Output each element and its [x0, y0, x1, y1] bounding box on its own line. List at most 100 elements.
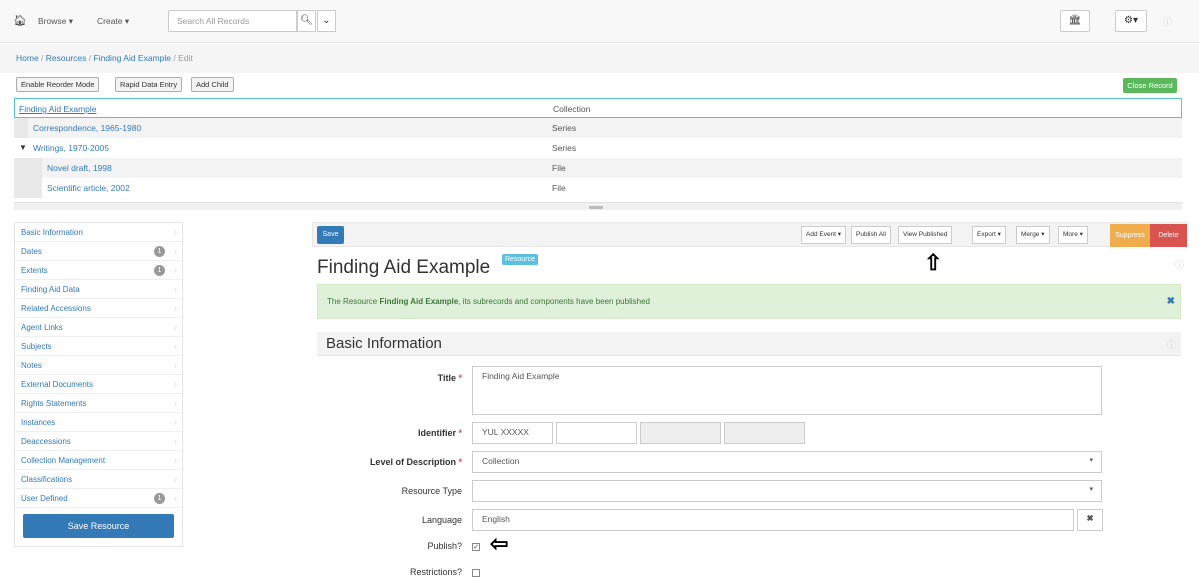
- gear-icon[interactable]: ⚙▾: [1115, 10, 1147, 32]
- chevron-right-icon: ›: [174, 361, 177, 370]
- language-label: Language: [421, 515, 462, 525]
- restrictions-checkbox[interactable]: [472, 569, 480, 577]
- tree-row-title[interactable]: Finding Aid Example: [19, 99, 97, 119]
- sidebar-item[interactable]: Collection Management ›: [15, 451, 182, 470]
- add-event-button[interactable]: Add Event ▾: [801, 226, 847, 244]
- help-icon[interactable]: ⓘ: [1163, 15, 1172, 28]
- repository-icon[interactable]: 🏛: [1060, 10, 1090, 32]
- sidebar-item[interactable]: Subjects ›: [15, 337, 182, 356]
- sidebar-item[interactable]: Rights Statements ›: [15, 394, 182, 413]
- identifier-field-2[interactable]: [556, 422, 637, 444]
- tree-row-title[interactable]: Novel draft, 1998: [47, 158, 112, 178]
- tree-row[interactable]: Novel draft, 1998 File: [14, 158, 1182, 178]
- create-menu[interactable]: Create ▾: [97, 16, 129, 27]
- sidebar-item-label: Related Accessions: [21, 304, 91, 313]
- create-label: Create: [97, 16, 123, 26]
- record-type-badge: Resource: [502, 254, 538, 265]
- tree-indent: [14, 178, 42, 198]
- search-icon[interactable]: 🔍︎: [297, 10, 316, 32]
- help-icon[interactable]: ⓘ: [1167, 338, 1176, 351]
- chevron-right-icon: ›: [174, 304, 177, 313]
- rapid-data-entry-button[interactable]: Rapid Data Entry: [115, 77, 183, 92]
- grip-icon[interactable]: [589, 206, 603, 209]
- tree-row-level: Collection: [553, 104, 591, 114]
- section-title: Basic Information: [326, 335, 442, 352]
- save-resource-button[interactable]: Save Resource: [23, 514, 174, 538]
- breadcrumb-home[interactable]: Home: [16, 53, 39, 63]
- tree-row-title[interactable]: Writings, 1970-2005: [33, 138, 109, 158]
- close-record-button[interactable]: Close Record: [1123, 78, 1177, 93]
- clear-language-close-icon[interactable]: ✖: [1077, 509, 1103, 531]
- chevron-right-icon: ›: [174, 342, 177, 351]
- title-label-text: Title: [437, 373, 456, 383]
- view-published-button[interactable]: View Published: [898, 226, 953, 244]
- tree-indent: [14, 158, 42, 178]
- more-menu[interactable]: More ▾: [1058, 226, 1088, 244]
- add-child-button[interactable]: Add Child: [191, 77, 234, 92]
- sidebar-item[interactable]: User Defined 1 ›: [15, 489, 182, 508]
- search-options-chevron-icon[interactable]: ⌄: [317, 10, 336, 32]
- help-icon[interactable]: ⓘ: [1175, 258, 1184, 271]
- tree-row-title[interactable]: Correspondence, 1965-1980: [33, 118, 141, 138]
- breadcrumb-resources[interactable]: Resources: [46, 53, 87, 63]
- expand-chevron-icon[interactable]: ▼: [19, 138, 27, 158]
- sidebar-item-label: Rights Statements: [21, 399, 87, 408]
- sidebar-item-label: Finding Aid Data: [21, 285, 80, 294]
- suppress-button[interactable]: Suppress: [1110, 224, 1150, 247]
- sidebar-item[interactable]: Instances ›: [15, 413, 182, 432]
- delete-button[interactable]: Delete: [1150, 224, 1187, 247]
- chevron-right-icon: ›: [174, 456, 177, 465]
- tree-row-level: Series: [552, 143, 577, 153]
- sidebar-item[interactable]: Dates 1 ›: [15, 242, 182, 261]
- title-label: Title *: [438, 373, 462, 383]
- level-of-description-select[interactable]: Collection ▾: [472, 451, 1102, 473]
- sidebar-item-label: Dates: [21, 247, 42, 256]
- sidebar-item[interactable]: External Documents ›: [15, 375, 182, 394]
- tree-row[interactable]: Scientific article, 2002 File: [14, 178, 1182, 198]
- home-icon[interactable]: 🏠︎: [13, 14, 27, 27]
- sidebar-item[interactable]: Extents 1 ›: [15, 261, 182, 280]
- sidebar-item[interactable]: Deaccessions ›: [15, 432, 182, 451]
- sidebar-nav: Basic Information › Dates 1 › Extents 1 › Fin…: [14, 222, 183, 547]
- record-editor: Save Add Event ▾ Publish All View Publis…: [312, 222, 1187, 586]
- count-badge: 1: [154, 265, 165, 276]
- sidebar-item[interactable]: Agent Links ›: [15, 318, 182, 337]
- identifier-field-1[interactable]: YUL XXXXX: [472, 422, 553, 444]
- language-field[interactable]: English: [472, 509, 1074, 531]
- more-label: More: [1063, 231, 1078, 238]
- browse-menu[interactable]: Browse ▾: [38, 16, 73, 27]
- chevron-right-icon: ›: [174, 247, 177, 256]
- sidebar-item-label: Extents: [21, 266, 48, 275]
- search-input[interactable]: Search All Records: [168, 10, 297, 32]
- count-badge: 1: [154, 493, 165, 504]
- sidebar-item[interactable]: Related Accessions ›: [15, 299, 182, 318]
- browse-label: Browse: [38, 16, 67, 26]
- chevron-right-icon: ›: [174, 323, 177, 332]
- sidebar-item[interactable]: Basic Information ›: [15, 223, 182, 242]
- sidebar-item[interactable]: Classifications ›: [15, 470, 182, 489]
- export-menu[interactable]: Export ▾: [972, 226, 1006, 244]
- tree-row[interactable]: ▼ Writings, 1970-2005 Series: [14, 138, 1182, 158]
- merge-menu[interactable]: Merge ▾: [1016, 226, 1050, 244]
- save-button[interactable]: Save: [317, 226, 344, 244]
- resource-type-select[interactable]: ▾: [472, 480, 1102, 502]
- enable-reorder-button[interactable]: Enable Reorder Mode: [16, 77, 100, 92]
- required-icon: *: [458, 457, 462, 467]
- chevron-right-icon: ›: [174, 437, 177, 446]
- tree-row[interactable]: Finding Aid Example Collection: [14, 98, 1182, 118]
- breadcrumb: Home / Resources / Finding Aid Example /…: [0, 44, 1199, 73]
- sidebar-item[interactable]: Finding Aid Data ›: [15, 280, 182, 299]
- breadcrumb-record[interactable]: Finding Aid Example: [94, 53, 172, 63]
- tree-row-title[interactable]: Scientific article, 2002: [47, 178, 130, 198]
- title-field[interactable]: Finding Aid Example: [472, 366, 1102, 415]
- sidebar-item[interactable]: Notes ›: [15, 356, 182, 375]
- close-icon[interactable]: ✖: [1167, 285, 1175, 318]
- tree-resize-handle[interactable]: [14, 202, 1182, 210]
- tree-row[interactable]: Correspondence, 1965-1980 Series: [14, 118, 1182, 138]
- publish-checkbox[interactable]: ✓: [472, 543, 480, 551]
- chevron-down-icon: ▾: [1089, 457, 1093, 464]
- sidebar-item-label: Notes: [21, 361, 42, 370]
- chevron-right-icon: ›: [174, 494, 177, 503]
- required-icon: *: [458, 373, 462, 383]
- publish-all-button[interactable]: Publish All: [851, 226, 891, 244]
